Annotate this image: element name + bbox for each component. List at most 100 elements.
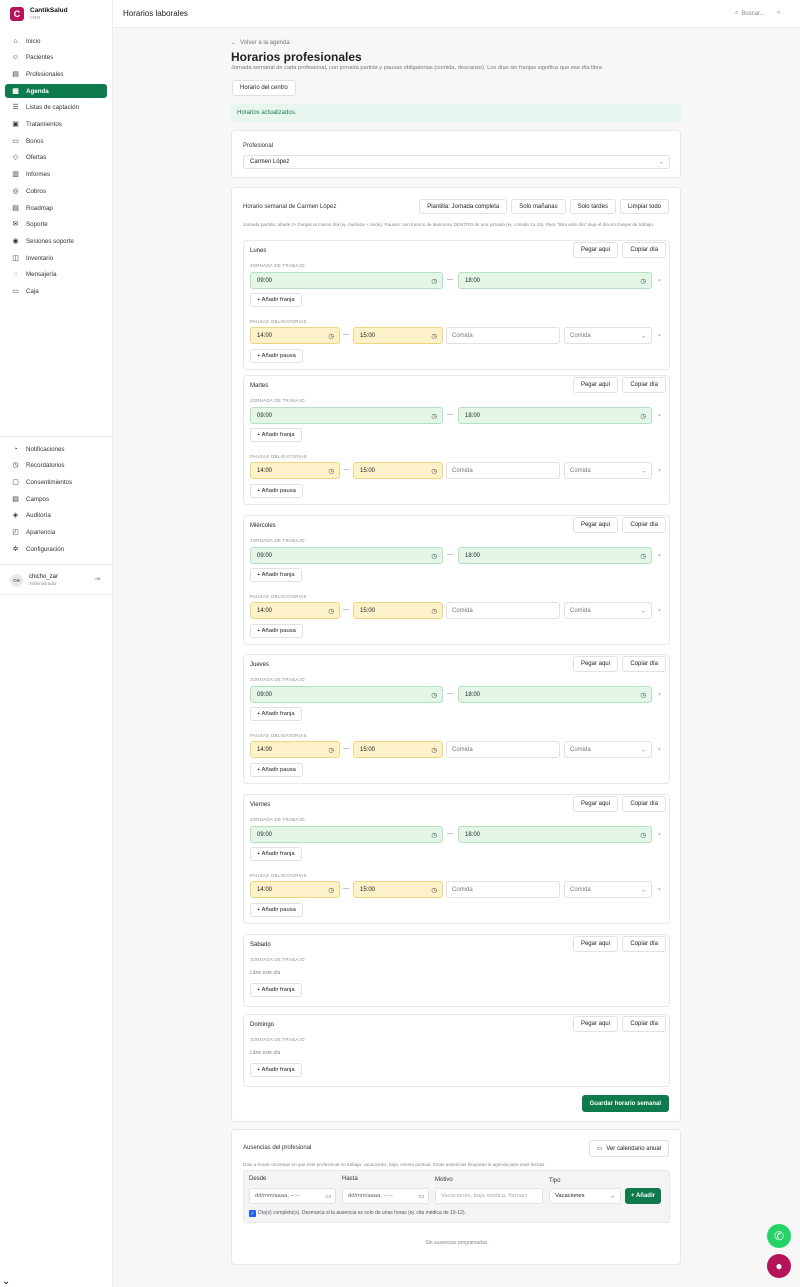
logout-icon[interactable]: ⇥ bbox=[94, 575, 100, 583]
horario-centro-button[interactable]: Horario del centro bbox=[232, 80, 296, 96]
sidebar-item-configuraci-n[interactable]: ✲ Configuración bbox=[5, 542, 107, 556]
pausa-start-input[interactable]: 14:00 ◷ bbox=[250, 602, 340, 619]
pausa-start-input[interactable]: 14:00 ◷ bbox=[250, 881, 340, 898]
add-pausa-button[interactable]: + Añadir pausa bbox=[250, 903, 303, 917]
pausa-tipo-select[interactable]: Comida ⌄ bbox=[564, 881, 652, 898]
full-day-checkbox[interactable]: ✓ bbox=[249, 1210, 256, 1217]
sidebar-item-notificaciones[interactable]: ◔ Notificaciones bbox=[5, 442, 107, 456]
remove-franja-icon[interactable]: × bbox=[658, 278, 661, 284]
add-pausa-button[interactable]: + Añadir pausa bbox=[250, 484, 303, 498]
copy-day-button[interactable]: Copiar día bbox=[622, 936, 666, 952]
pausa-tipo-select[interactable]: Comida ⌄ bbox=[564, 462, 652, 479]
remove-pausa-icon[interactable]: × bbox=[658, 608, 661, 614]
remove-pausa-icon[interactable]: × bbox=[658, 333, 661, 339]
add-franja-button[interactable]: + Añadir franja bbox=[250, 983, 302, 997]
profesional-select[interactable]: Carmen López ⌄ bbox=[243, 155, 670, 169]
pausa-end-input[interactable]: 15:00 ◷ bbox=[353, 462, 443, 479]
jornada-start-input[interactable]: 09:00 ◷ bbox=[250, 407, 443, 424]
sidebar-item-profesionales[interactable]: ▤ Profesionales bbox=[5, 67, 107, 81]
add-pausa-button[interactable]: + Añadir pausa bbox=[250, 763, 303, 777]
brand[interactable]: C CantikSalud CRM bbox=[10, 7, 68, 21]
sidebar-item-apariencia[interactable]: ◰ Apariencia bbox=[5, 526, 107, 540]
paste-button[interactable]: Pegar aquí bbox=[572, 656, 619, 672]
pausa-end-input[interactable]: 15:00 ◷ bbox=[353, 741, 443, 758]
add-franja-button[interactable]: + Añadir franja bbox=[250, 1063, 302, 1077]
pausa-tipo-select[interactable]: Comida ⌄ bbox=[564, 741, 652, 758]
jornada-start-input[interactable]: 09:00 ◷ bbox=[250, 686, 443, 703]
paste-button[interactable]: Pegar aquí bbox=[572, 517, 619, 533]
user-profile[interactable]: CH chicho_zar Administrador ⇥ bbox=[10, 572, 102, 588]
add-franja-button[interactable]: + Añadir franja bbox=[250, 293, 302, 307]
remove-franja-icon[interactable]: × bbox=[658, 692, 661, 698]
chat-bubble-icon[interactable]: ● bbox=[767, 1254, 791, 1278]
add-franja-button[interactable]: + Añadir franja bbox=[250, 428, 302, 442]
remove-pausa-icon[interactable]: × bbox=[658, 887, 661, 893]
pausa-tipo-select[interactable]: Comida ⌄ bbox=[564, 327, 652, 344]
sidebar-item-consentimientos[interactable]: ▢ Consentimientos bbox=[5, 475, 107, 489]
remove-franja-icon[interactable]: × bbox=[658, 553, 661, 559]
sidebar-item-bonos[interactable]: ▭ Bonos bbox=[5, 134, 107, 148]
copy-day-button[interactable]: Copiar día bbox=[622, 517, 666, 533]
sidebar-item-caja[interactable]: ▭ Caja bbox=[5, 285, 107, 299]
jornada-end-input[interactable]: 18:00 ◷ bbox=[458, 407, 652, 424]
hasta-input[interactable]: dd/mm/aaaa, --:-- ▭ bbox=[342, 1188, 429, 1204]
annual-calendar-button[interactable]: ▭ Ver calendario anual bbox=[588, 1140, 669, 1157]
add-pausa-button[interactable]: + Añadir pausa bbox=[250, 624, 303, 638]
jornada-start-input[interactable]: 09:00 ◷ bbox=[250, 272, 443, 289]
sidebar-item-inventario[interactable]: ◫ Inventario bbox=[5, 251, 107, 265]
sidebar-item-inicio[interactable]: ⌂ Inicio bbox=[5, 34, 107, 48]
copy-day-button[interactable]: Copiar día bbox=[622, 1016, 666, 1032]
remove-pausa-icon[interactable]: × bbox=[658, 468, 661, 474]
copy-day-button[interactable]: Copiar día bbox=[622, 796, 666, 812]
search-box[interactable]: ⌕ Buscar... bbox=[735, 10, 765, 17]
chevron-down-icon[interactable]: ⌄ bbox=[2, 1276, 10, 1287]
paste-button[interactable]: Pegar aquí bbox=[572, 377, 619, 393]
jornada-start-input[interactable]: 09:00 ◷ bbox=[250, 826, 443, 843]
add-franja-button[interactable]: + Añadir franja bbox=[250, 707, 302, 721]
pausa-end-input[interactable]: 15:00 ◷ bbox=[353, 881, 443, 898]
pausa-motivo-input[interactable]: Comida bbox=[446, 327, 560, 344]
sidebar-item-recordatorios[interactable]: ◷ Recordatorios bbox=[5, 459, 107, 473]
sidebar-item-agenda[interactable]: ▦ Agenda bbox=[5, 84, 107, 99]
sidebar-item-roadmap[interactable]: ▤ Roadmap bbox=[5, 201, 107, 215]
remove-franja-icon[interactable]: × bbox=[658, 413, 661, 419]
desde-input[interactable]: dd/mm/aaaa, --:-- ▭ bbox=[249, 1188, 336, 1204]
pausa-start-input[interactable]: 14:00 ◷ bbox=[250, 741, 340, 758]
add-franja-button[interactable]: + Añadir franja bbox=[250, 568, 302, 582]
paste-button[interactable]: Pegar aquí bbox=[572, 936, 619, 952]
jornada-end-input[interactable]: 18:00 ◷ bbox=[458, 272, 652, 289]
motivo-input[interactable]: Vacaciones, baja médica, formaci bbox=[435, 1188, 543, 1204]
sidebar-item-soporte[interactable]: ✉ Soporte bbox=[5, 218, 107, 232]
sidebar-item-tratamientos[interactable]: ▣ Tratamientos bbox=[5, 118, 107, 132]
add-pausa-button[interactable]: + Añadir pausa bbox=[250, 349, 303, 363]
sidebar-item-mensajer-a[interactable]: ◌ Mensajería bbox=[5, 268, 107, 282]
pausa-motivo-input[interactable]: Comida bbox=[446, 741, 560, 758]
pausa-end-input[interactable]: 15:00 ◷ bbox=[353, 602, 443, 619]
collapse-icon[interactable]: « bbox=[777, 9, 781, 16]
pausa-start-input[interactable]: 14:00 ◷ bbox=[250, 462, 340, 479]
remove-pausa-icon[interactable]: × bbox=[658, 747, 661, 753]
template-mornings-button[interactable]: Solo mañanas bbox=[511, 199, 566, 214]
sidebar-item-listas-de-captaci-n[interactable]: ☰ Listas de captación bbox=[5, 101, 107, 115]
jornada-start-input[interactable]: 09:00 ◷ bbox=[250, 547, 443, 564]
jornada-end-input[interactable]: 18:00 ◷ bbox=[458, 547, 652, 564]
pausa-tipo-select[interactable]: Comida ⌄ bbox=[564, 602, 652, 619]
template-full-button[interactable]: Plantilla: Jornada completa bbox=[419, 199, 508, 214]
save-weekly-button[interactable]: Guardar horario semanal bbox=[581, 1095, 669, 1112]
pausa-start-input[interactable]: 14:00 ◷ bbox=[250, 327, 340, 344]
copy-day-button[interactable]: Copiar día bbox=[622, 242, 666, 258]
copy-day-button[interactable]: Copiar día bbox=[622, 377, 666, 393]
paste-button[interactable]: Pegar aquí bbox=[572, 796, 619, 812]
sidebar-item-campos[interactable]: ▤ Campos bbox=[5, 492, 107, 506]
clear-all-button[interactable]: Limpiar todo bbox=[619, 199, 669, 214]
pausa-end-input[interactable]: 15:00 ◷ bbox=[353, 327, 443, 344]
sidebar-item-ofertas[interactable]: ◇ Ofertas bbox=[5, 151, 107, 165]
sidebar-item-sesiones-soporte[interactable]: ◉ Sesiones soporte bbox=[5, 234, 107, 248]
pausa-motivo-input[interactable]: Comida bbox=[446, 881, 560, 898]
sidebar-item-cobros[interactable]: ◎ Cobros bbox=[5, 184, 107, 198]
sidebar-item-auditor-a[interactable]: ◈ Auditoría bbox=[5, 509, 107, 523]
pausa-motivo-input[interactable]: Comida bbox=[446, 462, 560, 479]
template-afternoons-button[interactable]: Solo tardes bbox=[569, 199, 616, 214]
sidebar-item-pacientes[interactable]: ☺ Pacientes bbox=[5, 51, 107, 65]
tipo-select[interactable]: Vacaciones ⌄ bbox=[549, 1188, 621, 1204]
